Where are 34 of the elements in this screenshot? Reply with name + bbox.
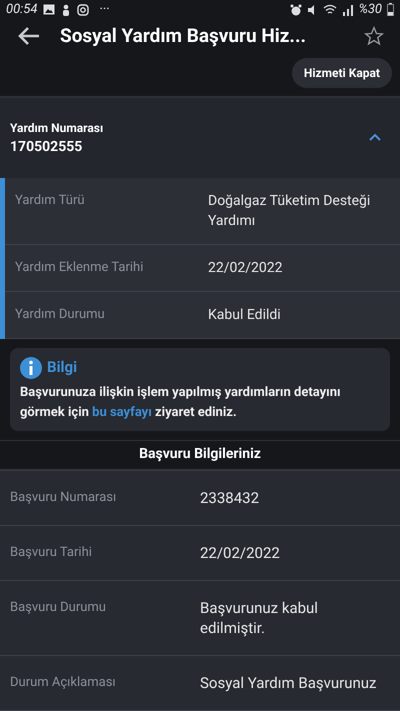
field-value: 22/02/2022 [200, 543, 281, 563]
status-time: 00:54 [6, 1, 38, 19]
field-label: Yardım Durumu [15, 306, 106, 324]
battery-percent: %30 [358, 1, 382, 19]
field-label: Başvuru Tarihi [10, 544, 93, 562]
gallery-icon [43, 4, 56, 16]
field-value: Doğalgaz Tüketim Desteği Yardımı [208, 192, 372, 232]
favorite-button[interactable] [362, 24, 386, 48]
page-title: Sosyal Yardım Başvuru Hiz... [60, 22, 307, 49]
info-title: Bilgi [47, 357, 78, 378]
info-icon [20, 356, 42, 378]
close-service-button[interactable]: Hizmeti Kapat [292, 58, 392, 88]
field-value: 22/02/2022 [208, 259, 284, 278]
field-label: Başvuru Numarası [10, 489, 118, 507]
wifi-icon [322, 4, 337, 16]
field-value: Başvurunuz kabul edilmiştir. [200, 598, 319, 638]
figure-icon [61, 4, 72, 16]
field-label: Durum Açıklaması [10, 674, 117, 692]
field-label: Yardım Türü [15, 192, 86, 210]
alarm-icon [290, 4, 302, 16]
aid-accordion-header[interactable]: Yardım Numarası 170502555 [0, 98, 400, 178]
camera-icon [77, 4, 90, 16]
battery-icon [387, 3, 394, 16]
field-label: Başvuru Durumu [10, 599, 107, 617]
field-value: Kabul Edildi [208, 306, 282, 326]
field-label: Yardım Eklenme Tarihi [15, 259, 144, 278]
page-link[interactable]: bu sayfayı [92, 404, 152, 420]
field-value: Sosyal Yardım Başvurunuz [200, 673, 378, 693]
signal-icon [342, 4, 354, 16]
field-value: 2338432 [200, 488, 260, 508]
chevron-icon [368, 133, 382, 144]
section-title: Başvuru Bilgileriniz [139, 445, 261, 464]
more-notifications: ··· [99, 1, 110, 19]
info-text: Başvurunuza ilişkin işlem yapılmış yardımların detayını görmek için bu sayfayı ziyaret ediniz. [20, 384, 342, 422]
